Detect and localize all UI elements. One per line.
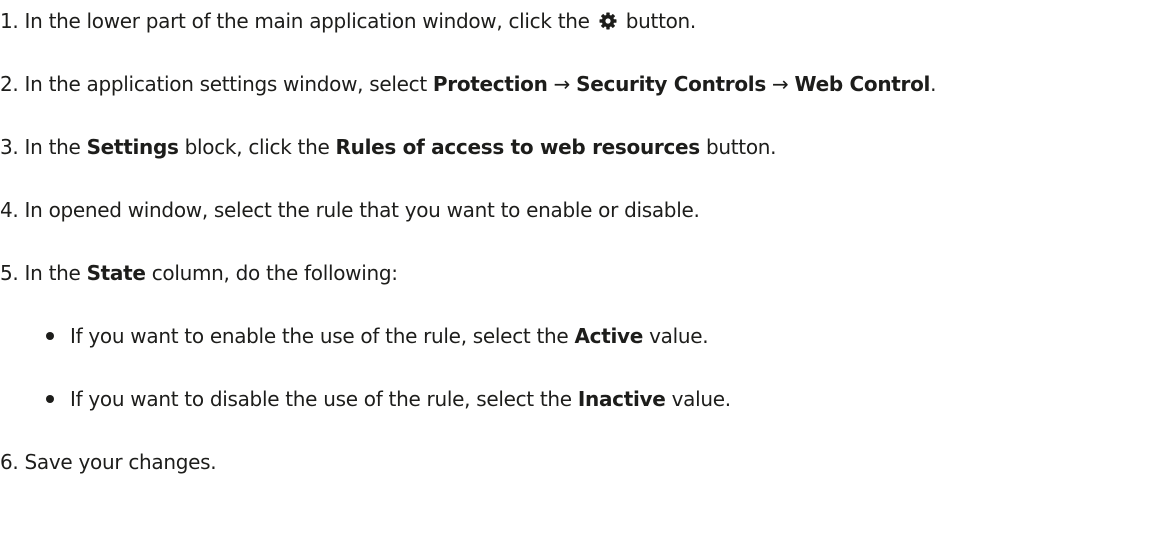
step-text: Save your changes. — [18, 450, 217, 474]
step-text: In the — [18, 135, 87, 159]
bullet-item-disable: If you want to disable the use of the ru… — [46, 385, 731, 413]
step-text: In the application settings window, sele… — [18, 72, 433, 96]
step-text-end: . — [930, 72, 937, 96]
step-number: 2. — [0, 72, 19, 96]
step-1: 1. In the lower part of the main applica… — [0, 7, 696, 35]
ui-term-active: Active — [574, 324, 644, 348]
step-text-mid: block, click the — [178, 135, 336, 159]
bullet-text-end: value. — [665, 387, 732, 411]
ui-term-inactive: Inactive — [577, 387, 666, 411]
bullet-dot-icon — [46, 394, 54, 403]
step-3: 3. In the Settings block, click the Rule… — [0, 133, 777, 161]
bullet-text: If you want to disable the use of the ru… — [70, 387, 578, 411]
step-text-end: column, do the following: — [145, 261, 398, 285]
step-text: In opened window, select the rule that y… — [18, 198, 700, 222]
step-number: 4. — [0, 198, 19, 222]
step-text-end: button. — [619, 9, 697, 33]
step-4: 4. In opened window, select the rule tha… — [0, 196, 700, 224]
step-number: 3. — [0, 135, 19, 159]
step-6: 6. Save your changes. — [0, 448, 217, 476]
instructions-page: { "steps": [ { "number": "1.", "before":… — [0, 0, 1162, 558]
step-2: 2. In the application settings window, s… — [0, 70, 936, 98]
step-text-end: button. — [699, 135, 777, 159]
ui-term-settings: Settings — [86, 135, 179, 159]
step-number: 5. — [0, 261, 19, 285]
ui-term-state: State — [86, 261, 146, 285]
bullet-text: If you want to enable the use of the rul… — [70, 324, 575, 348]
ui-term-rules-of-access: Rules of access to web resources — [335, 135, 701, 159]
bullet-text-end: value. — [643, 324, 709, 348]
step-text: In the lower part of the main applicatio… — [18, 9, 596, 33]
ui-term-security-controls: Security Controls — [576, 72, 766, 96]
ui-term-protection: Protection — [432, 72, 548, 96]
gear-icon — [599, 12, 617, 30]
bullet-dot-icon — [46, 331, 54, 340]
step-5: 5. In the State column, do the following… — [0, 259, 398, 287]
arrow: → — [547, 72, 577, 96]
arrow: → — [765, 72, 795, 96]
step-number: 1. — [0, 9, 19, 33]
bullet-item-enable: If you want to enable the use of the rul… — [46, 322, 709, 350]
step-text: In the — [18, 261, 87, 285]
step-number: 6. — [0, 450, 19, 474]
ui-term-web-control: Web Control — [794, 72, 931, 96]
